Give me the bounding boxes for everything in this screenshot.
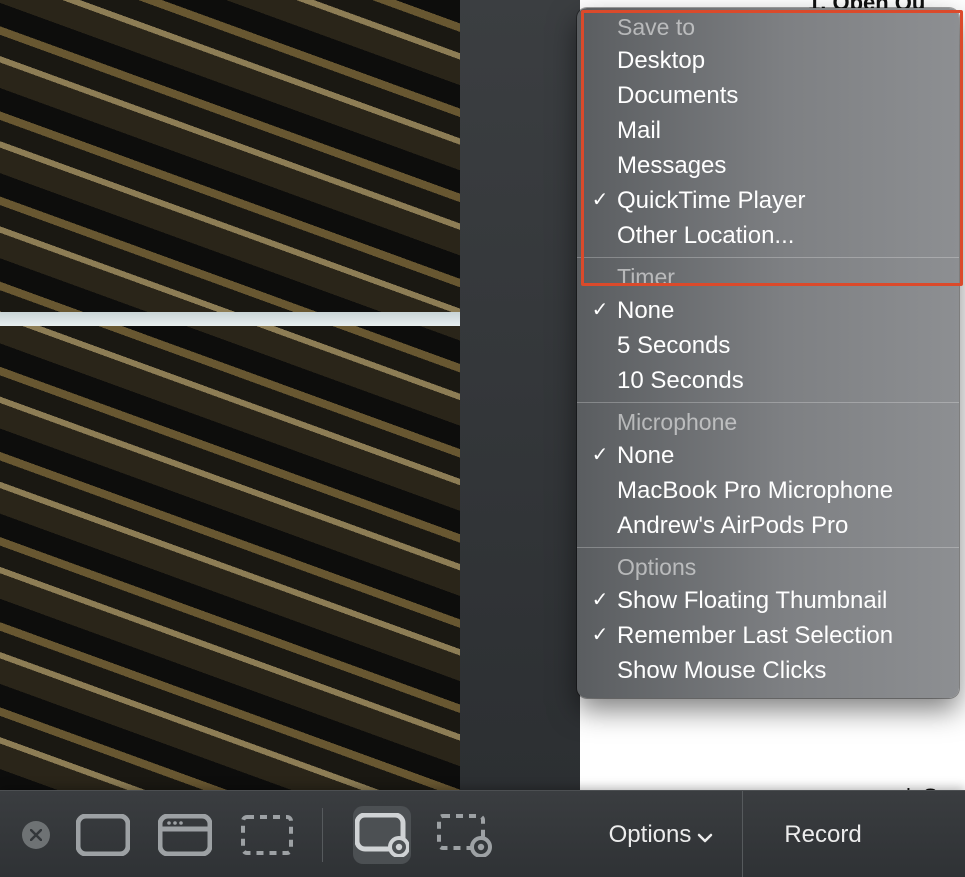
menu-item-mic-macbook[interactable]: ✓ MacBook Pro Microphone — [577, 473, 959, 508]
chevron-down-icon — [697, 823, 713, 851]
record-entire-screen-button[interactable] — [353, 806, 411, 864]
toolbar-separator — [322, 808, 323, 862]
menu-item-timer-none[interactable]: ✓ None — [577, 293, 959, 328]
menu-item-timer-10s[interactable]: ✓ 10 Seconds — [577, 363, 959, 398]
menu-item-show-mouse-clicks[interactable]: ✓ Show Mouse Clicks — [577, 653, 959, 688]
menu-item-label: None — [615, 438, 674, 473]
options-button-label: Options — [609, 821, 692, 849]
menu-item-label: Desktop — [615, 43, 705, 78]
menu-item-label: Mail — [615, 113, 661, 148]
checkmark-icon: ✓ — [585, 183, 615, 218]
menu-item-floating-thumbnail[interactable]: ✓ Show Floating Thumbnail — [577, 583, 959, 618]
menu-item-label: Andrew's AirPods Pro — [615, 508, 848, 543]
options-button[interactable]: Options — [580, 791, 742, 877]
menu-item-remember-selection[interactable]: ✓ Remember Last Selection — [577, 618, 959, 653]
menu-item-label: 10 Seconds — [615, 363, 744, 398]
menu-item-desktop[interactable]: ✓ Desktop — [577, 43, 959, 78]
record-button-label: Record — [784, 821, 861, 849]
section-timer: Timer ✓ None ✓ 5 Seconds ✓ 10 Seconds — [577, 257, 959, 402]
checkmark-icon: ✓ — [585, 293, 615, 328]
record-screen-icon — [355, 813, 409, 857]
record-selection-button[interactable] — [435, 806, 493, 864]
capture-entire-screen-button[interactable] — [74, 806, 132, 864]
section-title: Microphone — [577, 407, 959, 438]
menu-item-mail[interactable]: ✓ Mail — [577, 113, 959, 148]
menu-item-label: QuickTime Player — [615, 183, 805, 218]
menu-item-quicktime-player[interactable]: ✓ QuickTime Player — [577, 183, 959, 218]
menu-item-mic-none[interactable]: ✓ None — [577, 438, 959, 473]
menu-item-timer-5s[interactable]: ✓ 5 Seconds — [577, 328, 959, 363]
section-title: Timer — [577, 262, 959, 293]
screenshot-overlay-panel — [460, 0, 580, 790]
selection-icon — [240, 814, 294, 856]
checkmark-icon: ✓ — [585, 438, 615, 473]
options-popover: Save to ✓ Desktop ✓ Documents ✓ Mail ✓ M… — [577, 8, 959, 698]
record-button[interactable]: Record — [742, 791, 903, 877]
menu-item-messages[interactable]: ✓ Messages — [577, 148, 959, 183]
menu-item-label: Other Location... — [615, 218, 794, 253]
menu-item-label: Documents — [615, 78, 738, 113]
record-selection-icon — [436, 813, 492, 857]
section-title: Options — [577, 552, 959, 583]
desktop-wallpaper — [0, 0, 460, 790]
menu-item-label: None — [615, 293, 674, 328]
menu-item-label: Messages — [615, 148, 726, 183]
section-microphone: Microphone ✓ None ✓ MacBook Pro Micropho… — [577, 402, 959, 547]
close-icon — [30, 829, 42, 841]
capture-selection-button[interactable] — [238, 806, 296, 864]
section-options: Options ✓ Show Floating Thumbnail ✓ Reme… — [577, 547, 959, 692]
window-icon — [158, 814, 212, 856]
checkmark-icon: ✓ — [585, 583, 615, 618]
screenshot-toolbar: Options Record — [0, 790, 965, 877]
menu-item-label: Show Floating Thumbnail — [615, 583, 887, 618]
section-title: Save to — [577, 12, 959, 43]
menu-item-mic-airpods[interactable]: ✓ Andrew's AirPods Pro — [577, 508, 959, 543]
menu-item-label: MacBook Pro Microphone — [615, 473, 893, 508]
menu-item-label: 5 Seconds — [615, 328, 730, 363]
menu-item-label: Remember Last Selection — [615, 618, 893, 653]
capture-window-button[interactable] — [156, 806, 214, 864]
menu-item-label: Show Mouse Clicks — [615, 653, 826, 688]
menu-item-other-location[interactable]: ✓ Other Location... — [577, 218, 959, 253]
checkmark-icon: ✓ — [585, 618, 615, 653]
menu-item-documents[interactable]: ✓ Documents — [577, 78, 959, 113]
section-save-to: Save to ✓ Desktop ✓ Documents ✓ Mail ✓ M… — [577, 8, 959, 257]
screen-icon — [76, 814, 130, 856]
close-button[interactable] — [22, 821, 50, 849]
